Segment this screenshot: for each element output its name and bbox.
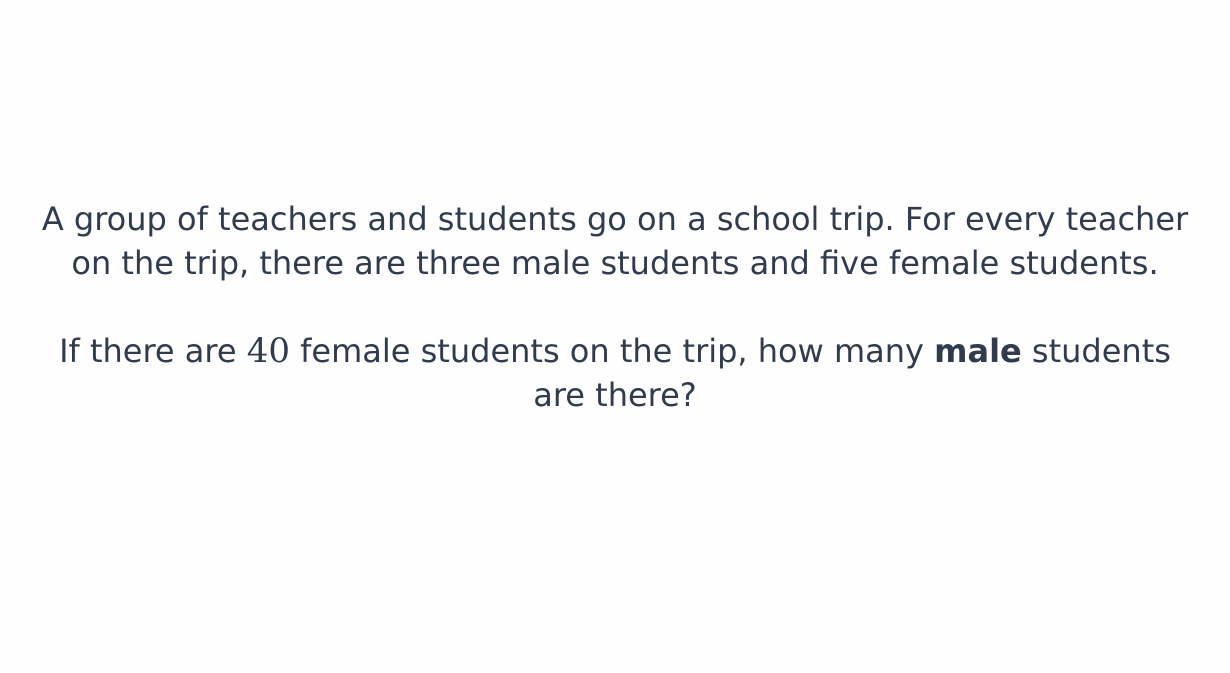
question-page: A group of teachers and students go on a… [0,0,1230,673]
question-prompt-paragraph: If there are 40 female students on the t… [30,329,1200,417]
prompt-text-part-2: female students on the trip, how many [289,332,935,370]
prompt-text-part-1: If there are [59,332,247,370]
question-context-paragraph: A group of teachers and students go on a… [41,200,1189,282]
female-student-count: 40 [246,331,290,371]
emphasized-term-male: male [934,332,1022,370]
question-text: A group of teachers and students go on a… [30,197,1200,417]
